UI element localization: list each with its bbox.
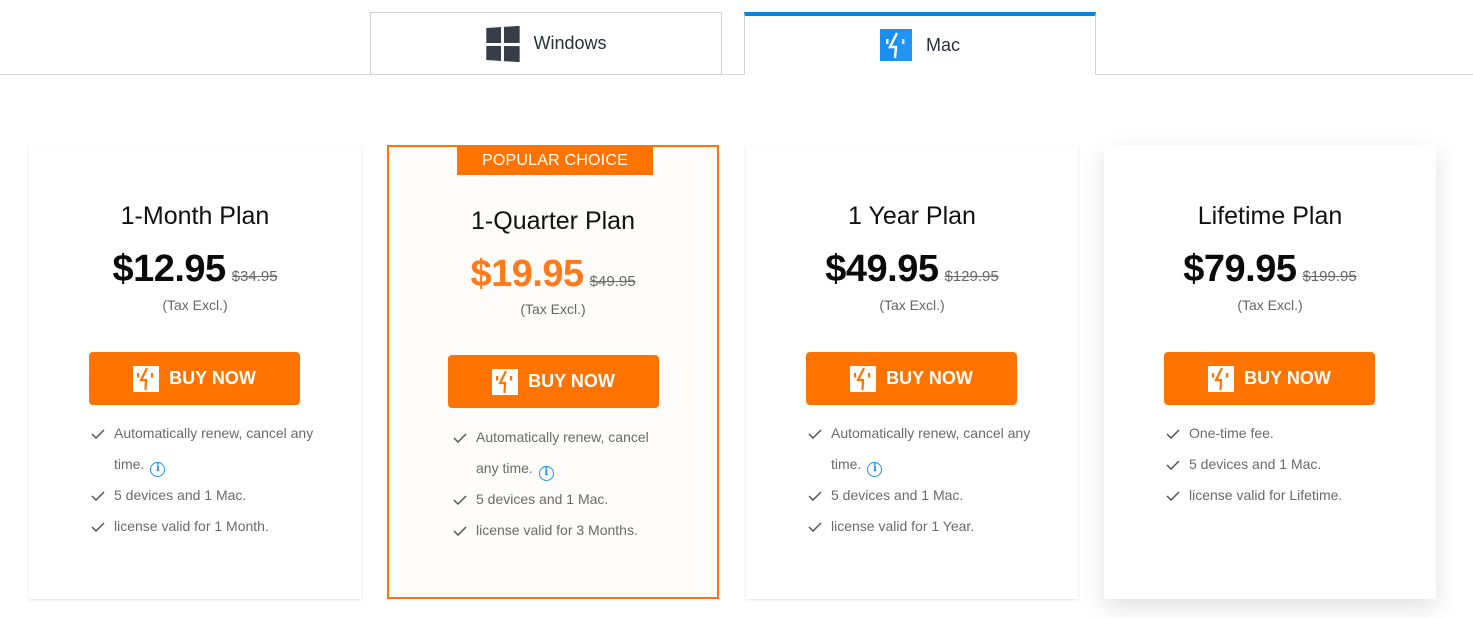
feature-list: Automatically renew, cancel any time. i 5… bbox=[451, 422, 651, 546]
buy-now-button[interactable]: BUY NOW bbox=[448, 355, 659, 408]
finder-icon bbox=[879, 29, 912, 61]
check-icon bbox=[453, 422, 469, 453]
price-row: $49.95 $129.95 bbox=[746, 248, 1078, 291]
feature-item: Automatically renew, cancel any time. i bbox=[806, 418, 1046, 480]
feature-item: license valid for 1 Year. bbox=[806, 511, 1046, 542]
check-icon bbox=[1166, 449, 1182, 480]
check-icon bbox=[808, 480, 824, 511]
feature-item: license valid for 1 Month. bbox=[89, 511, 329, 542]
finder-icon bbox=[492, 368, 519, 395]
check-icon bbox=[453, 484, 469, 515]
plan-price: $12.95 bbox=[112, 248, 226, 290]
feature-item: Automatically renew, cancel any time. i bbox=[451, 422, 651, 484]
buy-now-button[interactable]: BUY NOW bbox=[89, 352, 300, 405]
price-row: $19.95 $49.95 bbox=[389, 253, 717, 296]
tabbar-divider bbox=[0, 74, 1473, 75]
tab-mac-label: Mac bbox=[925, 34, 960, 55]
feature-list: One-time fee. 5 devices and 1 Mac. licen… bbox=[1164, 418, 1404, 511]
feature-text: license valid for 1 Year. bbox=[831, 518, 975, 534]
feature-item: 5 devices and 1 Mac. bbox=[451, 484, 651, 515]
tab-windows[interactable]: Windows bbox=[370, 12, 722, 75]
buy-now-button[interactable]: BUY NOW bbox=[1164, 352, 1375, 405]
plan-price: $49.95 bbox=[825, 248, 939, 290]
check-icon bbox=[91, 418, 107, 449]
feature-item: 5 devices and 1 Mac. bbox=[806, 480, 1046, 511]
feature-list: Automatically renew, cancel any time. i 5… bbox=[806, 418, 1046, 542]
plan-title: 1-Month Plan bbox=[120, 202, 270, 230]
buy-now-button[interactable]: BUY NOW bbox=[806, 352, 1017, 405]
check-icon bbox=[808, 418, 824, 449]
info-icon[interactable]: i bbox=[150, 462, 166, 477]
feature-text: 5 devices and 1 Mac. bbox=[1189, 456, 1322, 472]
plan-price: $79.95 bbox=[1183, 248, 1297, 290]
buy-now-label: BUY NOW bbox=[169, 368, 256, 388]
windows-icon bbox=[486, 25, 521, 62]
buy-now-label: BUY NOW bbox=[886, 368, 973, 388]
tax-note: (Tax Excl.) bbox=[1237, 297, 1303, 313]
plan-title: 1-Quarter Plan bbox=[471, 207, 635, 235]
plan-title: Lifetime Plan bbox=[1197, 202, 1343, 230]
tax-note: (Tax Excl.) bbox=[162, 297, 228, 313]
check-icon bbox=[91, 480, 107, 511]
plan-old-price: $34.95 bbox=[231, 268, 278, 285]
tax-note: (Tax Excl.) bbox=[520, 301, 586, 317]
feature-list: Automatically renew, cancel any time. i 5… bbox=[89, 418, 329, 542]
feature-text: 5 devices and 1 Mac. bbox=[831, 487, 964, 503]
feature-text: Automatically renew, cancel any time. bbox=[476, 429, 649, 476]
tax-note: (Tax Excl.) bbox=[879, 297, 945, 313]
feature-item: 5 devices and 1 Mac. bbox=[89, 480, 329, 511]
check-icon bbox=[1166, 480, 1182, 511]
feature-text: license valid for 3 Months. bbox=[476, 522, 638, 538]
feature-text: license valid for Lifetime. bbox=[1189, 487, 1343, 503]
feature-text: license valid for 1 Month. bbox=[114, 518, 269, 534]
tab-windows-label: Windows bbox=[533, 33, 607, 53]
platform-tabbar: Windows Mac bbox=[0, 0, 1473, 75]
check-icon bbox=[91, 511, 107, 542]
feature-text: 5 devices and 1 Mac. bbox=[114, 487, 247, 503]
plan-card-lifetime: Lifetime Plan $79.95 $199.95 (Tax Excl.)… bbox=[1104, 145, 1436, 599]
info-icon[interactable]: i bbox=[538, 466, 554, 481]
buy-now-label: BUY NOW bbox=[528, 371, 615, 391]
feature-text: 5 devices and 1 Mac. bbox=[476, 491, 609, 507]
plan-old-price: $129.95 bbox=[944, 268, 999, 285]
plan-card-1-quarter: POPULAR CHOICE 1-Quarter Plan $19.95 $49… bbox=[387, 145, 719, 599]
buy-now-label: BUY NOW bbox=[1244, 368, 1331, 388]
feature-item: license valid for 3 Months. bbox=[451, 515, 651, 546]
feature-item: One-time fee. bbox=[1164, 418, 1404, 449]
price-row: $79.95 $199.95 bbox=[1104, 248, 1436, 291]
check-icon bbox=[453, 515, 469, 546]
finder-icon bbox=[133, 365, 160, 392]
plan-old-price: $49.95 bbox=[589, 273, 636, 290]
info-icon[interactable]: i bbox=[867, 462, 883, 477]
tab-mac[interactable]: Mac bbox=[744, 12, 1096, 75]
plan-title: 1 Year Plan bbox=[848, 202, 976, 230]
finder-icon bbox=[850, 365, 877, 392]
check-icon bbox=[1166, 418, 1182, 449]
feature-item: 5 devices and 1 Mac. bbox=[1164, 449, 1404, 480]
plan-card-1-month: 1-Month Plan $12.95 $34.95 (Tax Excl.) B… bbox=[29, 145, 361, 599]
finder-icon bbox=[1208, 365, 1235, 392]
check-icon bbox=[808, 511, 824, 542]
feature-text: One-time fee. bbox=[1189, 425, 1274, 441]
feature-item: Automatically renew, cancel any time. i bbox=[89, 418, 329, 480]
feature-text: Automatically renew, cancel any time. bbox=[831, 425, 1031, 472]
plan-price: $19.95 bbox=[470, 253, 584, 295]
feature-item: license valid for Lifetime. bbox=[1164, 480, 1404, 511]
feature-text: Automatically renew, cancel any time. bbox=[114, 425, 314, 472]
plan-old-price: $199.95 bbox=[1302, 268, 1357, 285]
plan-card-1-year: 1 Year Plan $49.95 $129.95 (Tax Excl.) B… bbox=[746, 145, 1078, 599]
popular-choice-badge: POPULAR CHOICE bbox=[457, 147, 653, 175]
price-row: $12.95 $34.95 bbox=[29, 248, 361, 291]
